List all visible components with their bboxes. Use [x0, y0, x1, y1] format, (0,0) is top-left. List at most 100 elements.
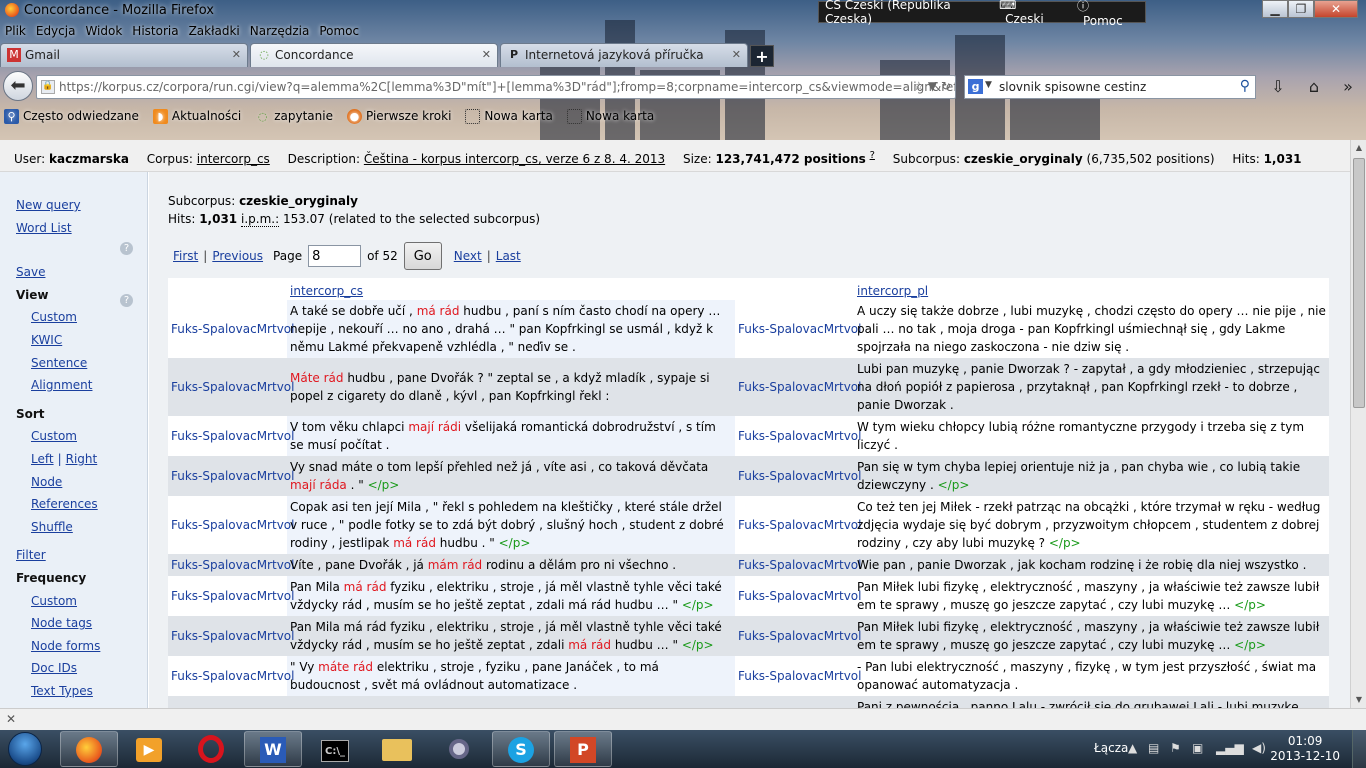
size-help-link[interactable]: ?: [870, 150, 875, 161]
document-ref-link[interactable]: Fuks-SpalovacMrtvol: [171, 589, 294, 603]
document-ref-link[interactable]: Fuks-SpalovacMrtvol: [738, 589, 861, 603]
menu-tools[interactable]: Narzędzia: [245, 22, 315, 42]
langbar-help[interactable]: ⓘ Pomoc: [1071, 0, 1145, 28]
menu-view[interactable]: Widok: [80, 22, 127, 42]
menu-icon[interactable]: »: [1336, 77, 1360, 99]
tab-gmail[interactable]: M Gmail ✕: [0, 43, 248, 67]
taskbar-word[interactable]: W: [244, 731, 302, 767]
search-input[interactable]: slovnik spisowne cestinz: [999, 80, 1146, 94]
first-page-link[interactable]: First: [173, 249, 198, 263]
bookmark-zapytanie[interactable]: ◌ zapytanie: [251, 109, 333, 124]
clock[interactable]: 01:09 2013-12-10: [1270, 734, 1340, 764]
sidebar-freq-node-tags[interactable]: Node tags: [0, 612, 147, 635]
keyword-match[interactable]: mám rád: [428, 558, 482, 572]
tray-device-icon[interactable]: ▣: [1192, 741, 1203, 755]
bookmark-pierwsze-kroki[interactable]: ● Pierwsze kroki: [343, 108, 451, 124]
document-ref-link[interactable]: Fuks-SpalovacMrtvol: [171, 469, 294, 483]
bookmark-nowa-karta-2[interactable]: Nowa karta: [563, 108, 654, 124]
minimize-icon[interactable]: ▁: [1262, 0, 1288, 18]
taskbar-powerpoint[interactable]: P: [554, 731, 612, 767]
document-ref-link[interactable]: Fuks-SpalovacMrtvol: [738, 380, 861, 394]
back-button[interactable]: ⬅: [3, 71, 33, 101]
search-engine-dropdown-icon[interactable]: ▼: [985, 80, 992, 90]
url-bar[interactable]: 🔒 https://korpus.cz/corpora/run.cgi/view…: [36, 75, 956, 99]
bookmark-aktualnosci[interactable]: ◗ Aktualności: [149, 108, 241, 124]
document-ref-link[interactable]: Fuks-SpalovacMrtvol: [738, 429, 861, 443]
language-bar[interactable]: CS Czeski (Republika Czeska) ⌨ Czeski ⓘ …: [818, 0, 1146, 28]
sidebar-sort-references[interactable]: References: [0, 493, 147, 516]
sidebar-sort-node[interactable]: Node: [0, 471, 147, 494]
sidebar-freq-text-types[interactable]: Text Types: [0, 680, 147, 703]
help-icon[interactable]: ?: [120, 294, 133, 307]
document-ref-link[interactable]: Fuks-SpalovacMrtvol: [171, 669, 294, 683]
corpus-header-cs[interactable]: intercorp_cs: [290, 284, 363, 298]
scroll-up-icon[interactable]: ▲: [1351, 140, 1366, 156]
document-ref-link[interactable]: Fuks-SpalovacMrtvol: [171, 558, 294, 572]
taskbar-skype[interactable]: S: [492, 731, 550, 767]
keyword-match[interactable]: mají rádi: [408, 420, 461, 434]
keyboard-layout[interactable]: ⌨ Czeski: [993, 0, 1071, 26]
document-ref-link[interactable]: Fuks-SpalovacMrtvol: [171, 380, 294, 394]
tray-network-adapter-icon[interactable]: ▤: [1148, 741, 1159, 755]
page-number-input[interactable]: [308, 245, 362, 267]
document-ref-link[interactable]: Fuks-SpalovacMrtvol: [171, 518, 294, 532]
vertical-scrollbar[interactable]: ▲ ▼: [1350, 140, 1366, 708]
close-find-bar-icon[interactable]: ✕: [6, 712, 16, 726]
close-tab-icon[interactable]: ✕: [732, 48, 741, 61]
document-ref-link[interactable]: Fuks-SpalovacMrtvol: [738, 629, 861, 643]
corpus-header-pl[interactable]: intercorp_pl: [857, 284, 928, 298]
input-language[interactable]: CS Czeski (Republika Czeska): [819, 0, 993, 26]
search-box[interactable]: g ▼ slovnik spisowne cestinz ⚲: [964, 75, 1256, 99]
close-window-icon[interactable]: ✕: [1314, 0, 1358, 18]
sidebar-new-query[interactable]: New query: [0, 194, 147, 217]
close-tab-icon[interactable]: ✕: [232, 48, 241, 61]
downloads-icon[interactable]: ⇩: [1266, 77, 1290, 99]
sidebar-freq-custom[interactable]: Custom: [0, 590, 147, 613]
sidebar-save[interactable]: Save: [0, 261, 147, 284]
document-ref-link[interactable]: Fuks-SpalovacMrtvol: [738, 669, 861, 683]
keyword-match[interactable]: máte rád: [318, 660, 373, 674]
menu-file[interactable]: Plik: [0, 22, 31, 42]
show-desktop-button[interactable]: [1352, 730, 1366, 768]
taskbar-opera[interactable]: [182, 731, 240, 767]
google-icon[interactable]: g: [968, 79, 983, 94]
sidebar-filter[interactable]: Filter: [0, 544, 147, 567]
corpus-link[interactable]: intercorp_cs: [197, 152, 270, 166]
taskbar-firefox[interactable]: [60, 731, 118, 767]
document-ref-link[interactable]: Fuks-SpalovacMrtvol: [171, 629, 294, 643]
description-link[interactable]: Čeština - korpus intercorp_cs, verze 6 z…: [364, 152, 665, 166]
sidebar-sort-right[interactable]: Right: [66, 452, 98, 466]
sidebar-freq-node-forms[interactable]: Node forms: [0, 635, 147, 658]
document-ref-link[interactable]: Fuks-SpalovacMrtvol: [738, 469, 861, 483]
keyword-match[interactable]: má rád: [417, 304, 460, 318]
sidebar-view-sentence[interactable]: Sentence: [0, 352, 147, 375]
document-ref-link[interactable]: Fuks-SpalovacMrtvol: [738, 322, 861, 336]
search-icon[interactable]: ⚲: [1240, 78, 1250, 94]
last-page-link[interactable]: Last: [496, 249, 521, 263]
document-ref-link[interactable]: Fuks-SpalovacMrtvol: [171, 429, 294, 443]
taskbar-webcam[interactable]: [430, 731, 488, 767]
close-tab-icon[interactable]: ✕: [482, 48, 491, 61]
document-ref-link[interactable]: Fuks-SpalovacMrtvol: [171, 322, 294, 336]
taskbar-media-player[interactable]: ▶: [120, 731, 178, 767]
tray-flag-icon[interactable]: ⚑: [1170, 741, 1181, 755]
tab-concordance[interactable]: ◌ Concordance ✕: [250, 43, 498, 67]
sidebar-sort-custom[interactable]: Custom: [0, 425, 147, 448]
document-ref-link[interactable]: Fuks-SpalovacMrtvol: [738, 558, 861, 572]
tray-signal-icon[interactable]: ▂▄▆: [1216, 741, 1244, 755]
sidebar-freq-doc-ids[interactable]: Doc IDs: [0, 657, 147, 680]
scroll-down-icon[interactable]: ▼: [1351, 692, 1366, 708]
sidebar-view-custom[interactable]: Custom: [0, 306, 147, 329]
sidebar-word-list[interactable]: Word List: [0, 217, 147, 240]
sidebar-view-alignment[interactable]: Alignment: [0, 374, 147, 397]
bookmark-nowa-karta-1[interactable]: Nowa karta: [461, 108, 553, 124]
next-page-link[interactable]: Next: [454, 249, 482, 263]
start-button[interactable]: [2, 730, 50, 768]
scroll-thumb[interactable]: [1353, 158, 1365, 408]
keyword-match[interactable]: Máte rád: [290, 371, 344, 385]
keyword-match[interactable]: má rád: [344, 580, 387, 594]
menu-history[interactable]: Historia: [127, 22, 183, 42]
keyword-match[interactable]: má rád: [393, 536, 436, 550]
previous-page-link[interactable]: Previous: [212, 249, 263, 263]
bookmark-czesto[interactable]: ⚲ Często odwiedzane: [0, 108, 139, 124]
